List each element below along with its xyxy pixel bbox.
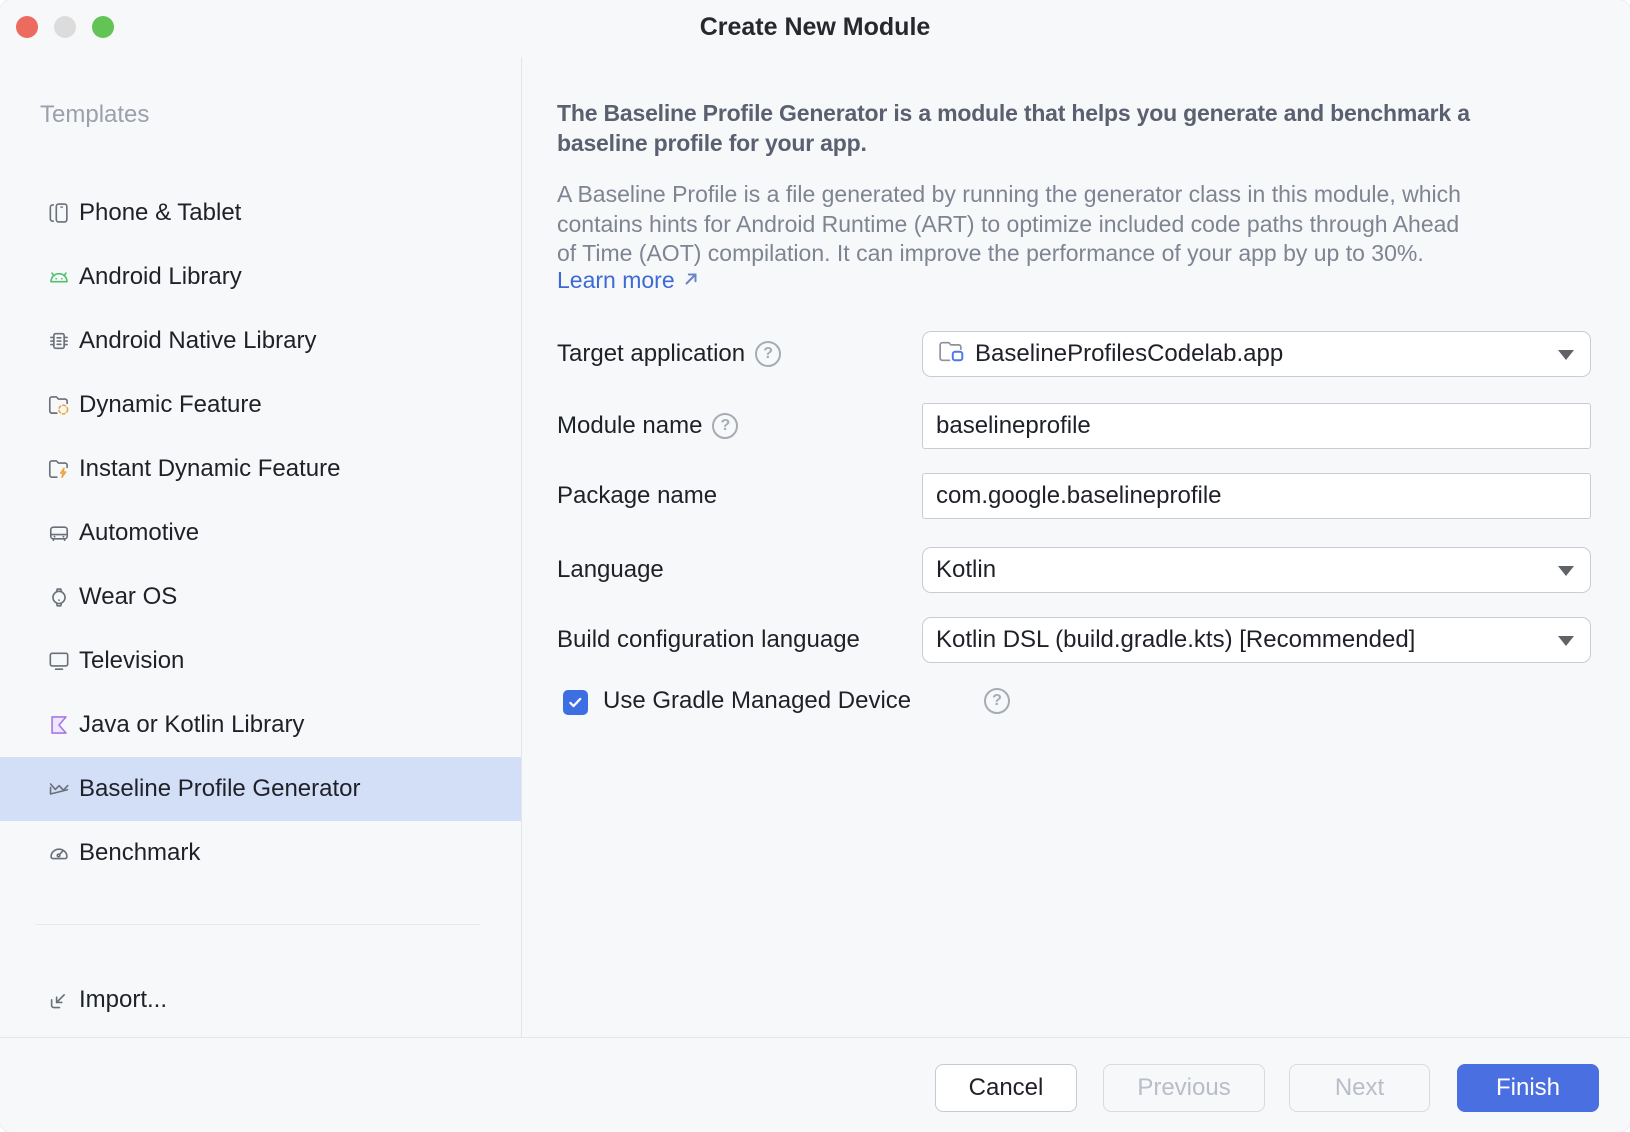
learn-more-link[interactable]: Learn more	[557, 267, 700, 294]
phone-tablet-icon	[46, 200, 72, 226]
module-folder-icon	[936, 338, 965, 371]
cancel-button[interactable]: Cancel	[935, 1064, 1077, 1112]
sidebar-item-label: Java or Kotlin Library	[79, 711, 304, 739]
package-name-input[interactable]	[922, 473, 1591, 519]
sidebar-item-phone-tablet[interactable]: Phone & Tablet	[0, 181, 521, 245]
use-gradle-managed-device-label: Use Gradle Managed Device	[603, 678, 911, 724]
build-configuration-language-label: Build configuration language	[557, 617, 860, 663]
dynamic-feature-icon	[46, 392, 72, 418]
target-application-select[interactable]: BaselineProfilesCodelab.app	[922, 331, 1591, 377]
sidebar-item-label: Instant Dynamic Feature	[79, 455, 340, 483]
help-icon[interactable]: ?	[712, 413, 738, 439]
sidebar-item-label: Wear OS	[79, 583, 177, 611]
instant-dynamic-feature-icon	[46, 456, 72, 482]
target-application-label: Target application ?	[557, 331, 781, 377]
baseline-chart-icon	[46, 776, 72, 802]
language-select[interactable]: Kotlin	[922, 547, 1591, 593]
chevron-down-icon	[1558, 350, 1574, 360]
package-name-label: Package name	[557, 473, 717, 519]
module-intro-text: The Baseline Profile Generator is a modu…	[557, 98, 1470, 158]
sidebar-item-label: Automotive	[79, 519, 199, 547]
chevron-down-icon	[1558, 566, 1574, 576]
tv-icon	[46, 648, 72, 674]
sidebar-item-television[interactable]: Television	[0, 629, 521, 693]
sidebar-item-label: Android Library	[79, 263, 242, 291]
use-gradle-managed-device-checkbox[interactable]	[563, 690, 588, 715]
external-link-arrow-icon	[682, 267, 700, 294]
checkmark-icon	[566, 693, 585, 712]
sidebar-divider	[521, 57, 522, 1037]
sidebar-section-divider	[36, 924, 480, 925]
kotlin-icon	[46, 712, 72, 738]
help-icon[interactable]: ?	[984, 688, 1010, 714]
chevron-down-icon	[1558, 636, 1574, 646]
sidebar-item-label: Television	[79, 647, 184, 675]
gauge-icon	[46, 840, 72, 866]
sidebar-item-java-kotlin-library[interactable]: Java or Kotlin Library	[0, 693, 521, 757]
finish-button[interactable]: Finish	[1457, 1064, 1599, 1112]
chip-icon	[46, 328, 72, 354]
create-new-module-dialog: Create New Module Templates Phone & Tabl…	[0, 0, 1630, 1132]
dialog-title: Create New Module	[0, 13, 1630, 42]
car-icon	[46, 520, 72, 546]
sidebar-item-wear-os[interactable]: Wear OS	[0, 565, 521, 629]
sidebar-item-baseline-profile-generator[interactable]: Baseline Profile Generator	[0, 757, 521, 821]
sidebar-item-dynamic-feature[interactable]: Dynamic Feature	[0, 373, 521, 437]
previous-button[interactable]: Previous	[1103, 1064, 1265, 1112]
sidebar-item-label: Dynamic Feature	[79, 391, 262, 419]
android-icon	[46, 264, 72, 290]
footer-divider	[0, 1037, 1630, 1038]
watch-icon	[46, 584, 72, 610]
sidebar-item-label: Benchmark	[79, 839, 200, 867]
sidebar-item-import[interactable]: Import...	[0, 968, 521, 1032]
help-icon[interactable]: ?	[755, 341, 781, 367]
build-configuration-language-select[interactable]: Kotlin DSL (build.gradle.kts) [Recommend…	[922, 617, 1591, 663]
module-name-input[interactable]	[922, 403, 1591, 449]
import-label: Import...	[79, 986, 167, 1014]
sidebar-item-android-native-library[interactable]: Android Native Library	[0, 309, 521, 373]
template-list: Phone & Tablet Android Library	[0, 181, 521, 885]
sidebar-item-benchmark[interactable]: Benchmark	[0, 821, 521, 885]
next-button[interactable]: Next	[1289, 1064, 1430, 1112]
sidebar-item-android-library[interactable]: Android Library	[0, 245, 521, 309]
sidebar-item-instant-dynamic-feature[interactable]: Instant Dynamic Feature	[0, 437, 521, 501]
language-label: Language	[557, 547, 664, 593]
templates-header: Templates	[40, 101, 149, 129]
module-description-text: A Baseline Profile is a file generated b…	[557, 180, 1461, 269]
import-icon	[46, 987, 72, 1013]
sidebar-item-automotive[interactable]: Automotive	[0, 501, 521, 565]
sidebar-item-label: Phone & Tablet	[79, 199, 241, 227]
module-name-label: Module name ?	[557, 403, 738, 449]
sidebar-item-label: Baseline Profile Generator	[79, 775, 360, 803]
sidebar-item-label: Android Native Library	[79, 327, 316, 355]
